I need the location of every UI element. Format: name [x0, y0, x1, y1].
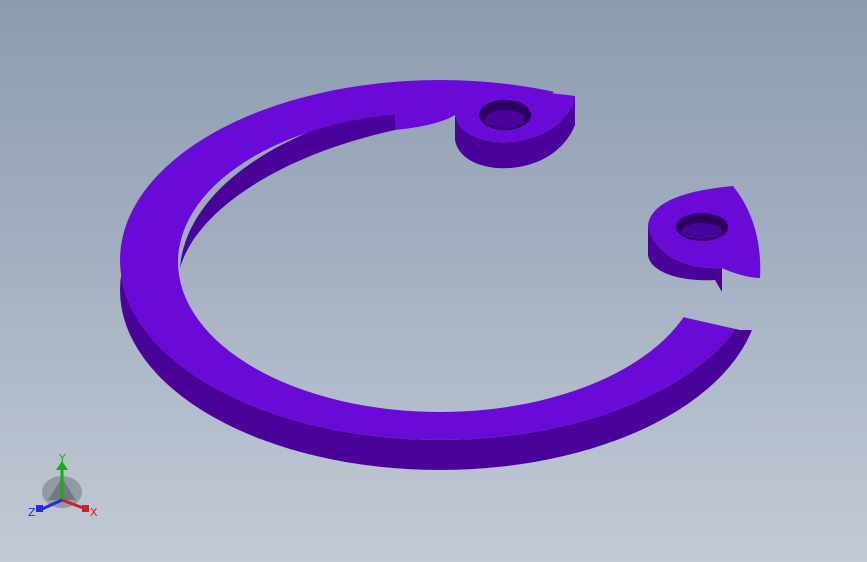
- ring-top-face: [0, 0, 867, 562]
- triad-y-label: Y: [58, 452, 66, 465]
- upper-lug-hole-inner: [485, 110, 525, 128]
- triad-z-arrow-icon: [36, 505, 43, 512]
- model-canvas[interactable]: Y X Z: [0, 0, 867, 562]
- graphics-viewport[interactable]: Y X Z: [0, 0, 867, 562]
- lower-lug-hole-inner: [682, 223, 722, 239]
- triad-x-label: X: [90, 506, 98, 519]
- triad-x-arrow-icon: [82, 505, 89, 512]
- triad-z-label: Z: [28, 506, 36, 519]
- circlip-part[interactable]: [0, 0, 867, 562]
